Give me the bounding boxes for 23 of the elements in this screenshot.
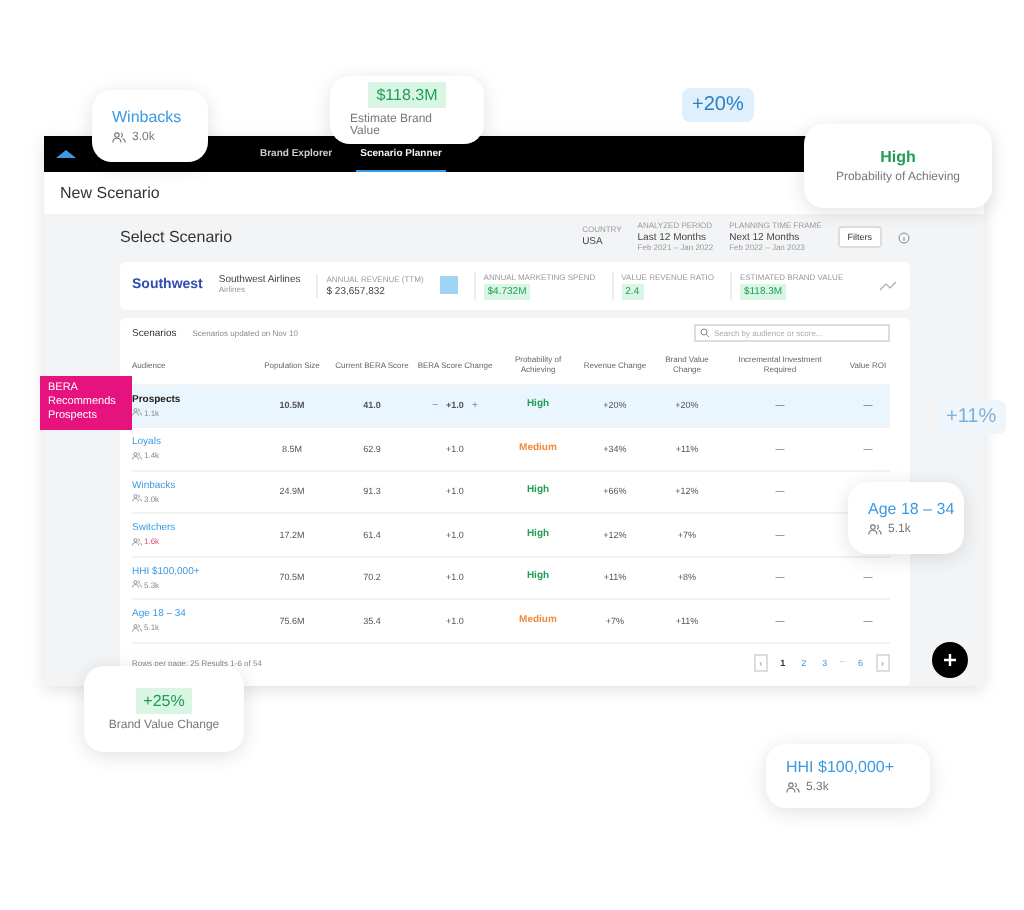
- probability-value: High: [880, 148, 916, 166]
- percent-chip: +20%: [682, 88, 754, 122]
- metric-value: $118.3M: [368, 82, 446, 108]
- people-icon: [132, 580, 142, 589]
- people-icon: [786, 782, 800, 794]
- chart-icon[interactable]: [878, 279, 898, 292]
- search-icon: [700, 328, 710, 339]
- metric-value: +25%: [135, 687, 193, 713]
- people-icon: [132, 494, 142, 503]
- percent-chip: +11%: [936, 400, 1007, 434]
- people-icon: [132, 408, 142, 417]
- audience-name: HHI $100,000+: [786, 758, 895, 776]
- plus-icon: [944, 654, 956, 666]
- info-icon[interactable]: [898, 231, 910, 244]
- people-icon: [132, 623, 142, 632]
- people-icon: [132, 537, 142, 546]
- people-icon: [868, 524, 882, 536]
- people-icon: [112, 132, 126, 144]
- people-icon: [132, 451, 142, 460]
- color-square: [439, 276, 458, 295]
- logo-icon: [56, 150, 76, 158]
- audience-name: Winbacks: [112, 108, 182, 126]
- section-title: Select Scenario: [120, 228, 233, 247]
